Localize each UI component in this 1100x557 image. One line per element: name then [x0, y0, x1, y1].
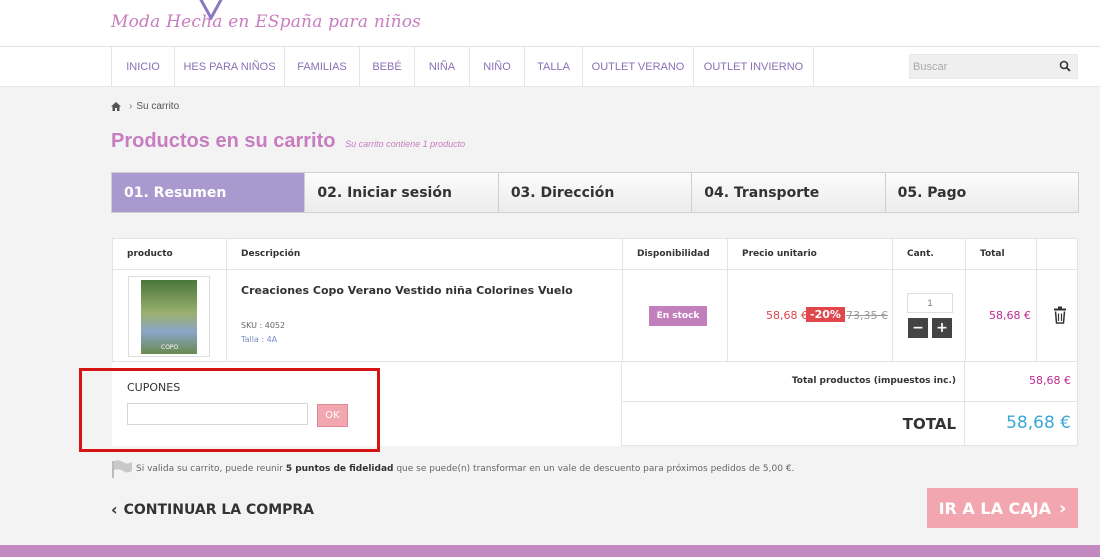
col-divider: [1036, 269, 1037, 362]
search-input[interactable]: [910, 55, 1055, 78]
th-total: Total: [965, 239, 1036, 269]
discount-badge: -20%: [806, 307, 845, 322]
totals-section: Total productos (impuestos inc.) 58,68 €…: [621, 362, 1078, 446]
continue-shopping-label: CONTINUAR LA COMPRA: [123, 501, 315, 518]
line-total: 58,68 €: [989, 309, 1031, 322]
nav-item-outlet-invierno[interactable]: OUTLET INVIERNO: [693, 47, 814, 87]
step-direccion[interactable]: 03. Dirección: [497, 173, 691, 212]
col-divider: [226, 269, 227, 362]
checkout-label: IR A LA CAJA: [938, 498, 1051, 518]
page-title: Productos en su carrito Su carrito conti…: [111, 130, 465, 153]
nav-item-talla[interactable]: TALLA: [524, 47, 582, 87]
product-sku: SKU : 4052: [241, 321, 286, 330]
page-title-text: Productos en su carrito: [111, 130, 336, 152]
trash-icon[interactable]: [1051, 306, 1069, 324]
totals-col-divider: [964, 362, 965, 445]
col-divider: [965, 269, 966, 362]
col-divider: [622, 269, 623, 362]
total-products-value: 58,68 €: [1029, 374, 1071, 387]
search-icon[interactable]: [1059, 60, 1071, 72]
logo-text: Moda Hecha en ESpaña para niños: [111, 12, 422, 32]
loyalty-notice: Si valida su carrito, puede reunir 5 pun…: [111, 460, 794, 478]
product-talla-link[interactable]: Talla : 4A: [241, 335, 277, 344]
th-descripcion: Descripción: [226, 239, 622, 269]
th-producto: producto: [127, 249, 173, 259]
price-old: 73,35 €: [846, 309, 888, 322]
price-new: 58,68 €: [766, 309, 808, 322]
totals-divider: [622, 401, 1077, 402]
breadcrumb-separator-icon: ›: [129, 101, 133, 112]
nav-item-inicio[interactable]: INICIO: [111, 47, 174, 87]
header-divider: [113, 269, 1077, 270]
flag-icon: [112, 460, 132, 478]
th-delete: [1036, 239, 1078, 269]
step-resumen[interactable]: 01. Resumen: [112, 173, 305, 212]
grand-total-label: TOTAL: [902, 415, 956, 433]
quantity-increase-button[interactable]: +: [932, 318, 952, 338]
step-transporte[interactable]: 04. Transporte: [691, 173, 884, 212]
availability-badge: En stock: [649, 306, 707, 326]
chevron-right-icon: ›: [1058, 497, 1067, 519]
top-header: Moda Hecha en ESpaña para niños: [0, 0, 1100, 47]
site-logo[interactable]: Moda Hecha en ESpaña para niños: [111, 12, 421, 32]
th-precio-unitario: Precio unitario: [727, 239, 892, 269]
th-cantidad: Cant.: [892, 239, 965, 269]
breadcrumb-current: Su carrito: [136, 101, 180, 112]
nav-list: INICIO HES PARA NIÑOS FAMILIAS BEBÉ NIÑA…: [111, 47, 814, 87]
loyalty-text-before: Si valida su carrito, puede reunir: [136, 464, 283, 474]
checkout-steps: 01. Resumen 02. Iniciar sesión 03. Direc…: [111, 172, 1079, 213]
cart-count-subtitle: Su carrito contiene 1 producto: [345, 139, 466, 149]
loyalty-text-after: que se puede(n) transformar en un vale d…: [396, 464, 795, 474]
col-divider: [727, 269, 728, 362]
step-pago[interactable]: 05. Pago: [884, 173, 1078, 212]
coupon-highlight-box: [79, 368, 380, 452]
breadcrumb: › Su carrito: [111, 101, 179, 112]
nav-item-hes-para-ninos[interactable]: HES PARA NIÑOS: [174, 47, 284, 87]
product-image-brand: COPO: [161, 344, 179, 351]
nav-item-bebe[interactable]: BEBÉ: [359, 47, 414, 87]
cart-table: producto Descripción Disponibilidad Prec…: [112, 238, 1078, 362]
logo-heart-icon: [199, 0, 223, 20]
grand-total-value: 58,68 €: [1006, 413, 1071, 433]
quantity-input[interactable]: [907, 293, 953, 313]
product-thumbnail[interactable]: COPO: [128, 276, 210, 357]
nav-item-familias[interactable]: FAMILIAS: [284, 47, 359, 87]
plus-icon: +: [936, 320, 948, 336]
chevron-left-icon: ‹: [111, 500, 118, 519]
footer-bar: [0, 545, 1100, 557]
product-name-link[interactable]: Creaciones Copo Verano Vestido niña Colo…: [241, 284, 573, 297]
step-iniciar-sesion[interactable]: 02. Iniciar sesión: [304, 173, 497, 212]
home-icon[interactable]: [111, 102, 121, 111]
search-box: [909, 54, 1078, 79]
total-products-label: Total productos (impuestos inc.): [791, 376, 956, 386]
checkout-button[interactable]: IR A LA CAJA ›: [927, 488, 1078, 528]
product-image: COPO: [141, 280, 197, 354]
loyalty-points: 5 puntos de fidelidad: [285, 464, 394, 474]
main-navigation: INICIO HES PARA NIÑOS FAMILIAS BEBÉ NIÑA…: [0, 47, 1100, 87]
th-disponibilidad: Disponibilidad: [622, 239, 727, 269]
minus-icon: −: [912, 320, 924, 336]
quantity-decrease-button[interactable]: −: [908, 318, 928, 338]
nav-item-nina[interactable]: NIÑA: [414, 47, 469, 87]
col-divider: [892, 269, 893, 362]
continue-shopping-button[interactable]: ‹ CONTINUAR LA COMPRA: [111, 500, 314, 519]
nav-item-outlet-verano[interactable]: OUTLET VERANO: [582, 47, 693, 87]
nav-item-nino[interactable]: NIÑO: [469, 47, 524, 87]
